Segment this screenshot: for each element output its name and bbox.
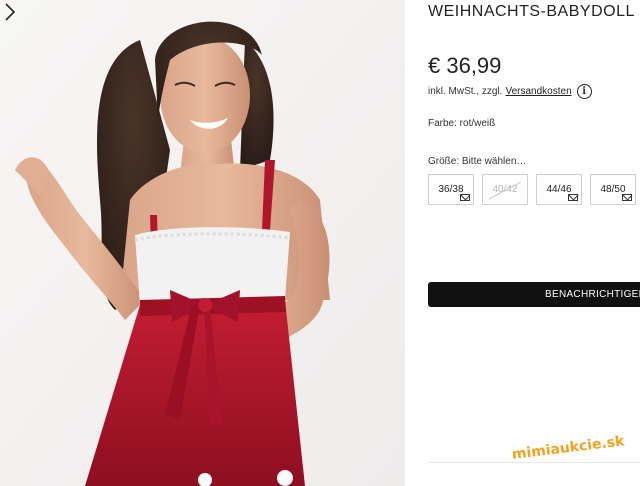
tax-text: inkl. MwSt., zzgl. (428, 86, 503, 97)
divider (428, 462, 640, 463)
model-photo (0, 0, 405, 486)
product-image[interactable] (0, 0, 405, 486)
chevron-right-icon[interactable] (0, 0, 20, 24)
size-option-48-50[interactable]: 48/50 (590, 174, 636, 205)
mail-icon (622, 194, 632, 201)
mail-icon (460, 194, 470, 201)
size-label: 40/42 (492, 184, 518, 195)
shipping-costs-link[interactable]: Versandkosten (505, 86, 571, 97)
size-option-44-46[interactable]: 44/46 (536, 174, 582, 205)
size-option-40-42[interactable]: 40/42 (482, 174, 528, 205)
product-info-panel: WEIHNACHTS-BABYDOLL € 36,99 inkl. MwSt.,… (405, 0, 640, 486)
size-prompt: Größe: Bitte wählen… (428, 156, 527, 167)
color-label: Farbe: rot/weiß (428, 118, 496, 129)
size-option-36-38[interactable]: 36/38 (428, 174, 474, 205)
info-circle-icon[interactable]: i (576, 84, 592, 99)
size-selector: 36/38 40/42 44/46 48/50 (428, 174, 636, 205)
mail-icon (568, 194, 578, 201)
notify-me-button[interactable]: BENACHRICHTIGEN (428, 282, 640, 307)
product-price: € 36,99 (428, 53, 502, 78)
product-title: WEIHNACHTS-BABYDOLL (428, 3, 635, 20)
tax-shipping-line: inkl. MwSt., zzgl. Versandkosten i (428, 84, 592, 99)
